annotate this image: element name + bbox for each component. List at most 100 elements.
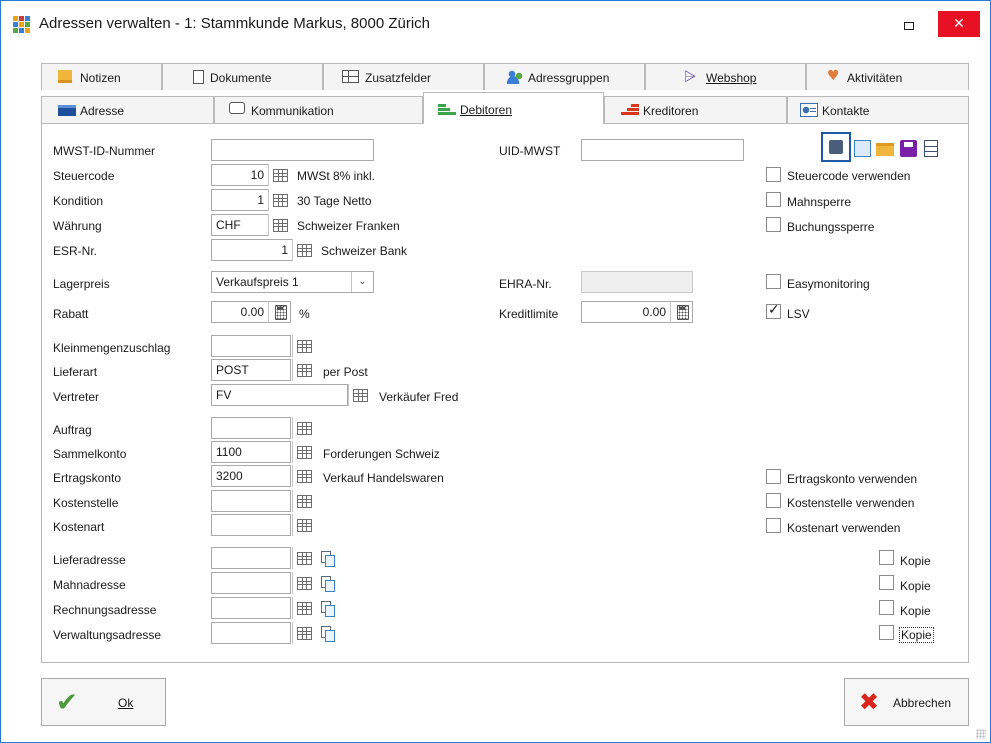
mahnadresse-kopie-checkbox[interactable]: [879, 575, 894, 590]
settings-list-glyph: [829, 140, 843, 154]
ertragskonto-input[interactable]: 3200: [211, 465, 291, 487]
label-sammelkonto: Sammelkonto: [53, 447, 127, 461]
rabatt-unit: %: [299, 307, 310, 321]
kostenart-verwenden-checkbox[interactable]: [766, 518, 781, 533]
tab-kommunikation[interactable]: Kommunikation: [214, 96, 423, 123]
cancel-x-icon: ✖: [859, 688, 880, 716]
verwaltungsadresse-copy-icon[interactable]: [319, 625, 335, 642]
settings-list-icon[interactable]: [821, 132, 851, 162]
kleinmengen-input[interactable]: [211, 335, 291, 357]
folder-glyph: [876, 143, 894, 156]
cancel-button[interactable]: ✖ Abbrechen: [844, 678, 969, 726]
lieferart-lookup-icon[interactable]: [292, 359, 314, 381]
lieferart-input[interactable]: POST: [211, 359, 291, 381]
tab-aktivitaeten[interactable]: ♥ Aktivitäten: [806, 63, 969, 90]
tab-label: Kreditoren: [643, 104, 699, 118]
kostenstelle-input[interactable]: [211, 490, 291, 512]
lieferadresse-kopie-checkbox[interactable]: [879, 550, 894, 565]
kostenstelle-lookup-icon[interactable]: [292, 490, 314, 512]
save-icon[interactable]: [899, 139, 918, 158]
steuercode-input[interactable]: 10: [211, 164, 269, 186]
close-button[interactable]: ✕: [938, 11, 980, 37]
lieferadresse-lookup-icon[interactable]: [292, 547, 314, 569]
waehrung-input[interactable]: CHF: [211, 214, 269, 236]
steuercode-lookup-icon[interactable]: [268, 164, 290, 186]
mahnsperre-checkbox[interactable]: [766, 192, 781, 207]
transfer-icon[interactable]: [853, 139, 872, 158]
mahnsperre-label: Mahnsperre: [787, 195, 852, 209]
tab-notizen[interactable]: Notizen: [41, 63, 162, 90]
steuercode-verwenden-checkbox[interactable]: [766, 167, 781, 182]
waehrung-lookup-icon[interactable]: [268, 214, 290, 236]
rabatt-calculator-icon[interactable]: [268, 301, 290, 323]
kondition-input[interactable]: 1: [211, 189, 269, 211]
kostenart-input[interactable]: [211, 514, 291, 536]
auftrag-lookup-icon[interactable]: [292, 417, 314, 439]
esr-input[interactable]: 1: [211, 239, 293, 261]
title-bar[interactable]: Adressen verwalten - 1: Stammkunde Marku…: [1, 1, 990, 45]
verwaltungsadresse-lookup-icon[interactable]: [292, 622, 314, 644]
tab-adressgruppen[interactable]: Adressgruppen: [484, 63, 645, 90]
lagerpreis-value: Verkaufspreis 1: [216, 275, 299, 289]
label-lieferadresse: Lieferadresse: [53, 553, 126, 567]
rechnungsadresse-input[interactable]: [211, 597, 291, 619]
tab-webshop[interactable]: ⩥ Webshop: [645, 63, 806, 90]
lieferadresse-input[interactable]: [211, 547, 291, 569]
kondition-lookup-icon[interactable]: [268, 189, 290, 211]
ertragskonto-verwenden-checkbox[interactable]: [766, 469, 781, 484]
maximize-button[interactable]: [891, 13, 925, 37]
table-export-icon[interactable]: [923, 139, 942, 158]
kleinmengen-lookup-icon[interactable]: [292, 335, 314, 357]
sammelkonto-input[interactable]: 1100: [211, 441, 291, 463]
lsv-checkbox[interactable]: [766, 302, 781, 319]
kostenart-lookup-icon[interactable]: [292, 514, 314, 536]
vertreter-input[interactable]: FV: [211, 384, 348, 406]
ehra-input[interactable]: [581, 271, 693, 293]
tab-label: Kontakte: [822, 104, 870, 118]
lieferadresse-copy-icon[interactable]: [319, 550, 335, 567]
kostenart-verwenden-label: Kostenart verwenden: [787, 521, 901, 535]
esr-lookup-icon[interactable]: [292, 239, 314, 261]
auftrag-input[interactable]: [211, 417, 291, 439]
mahnadresse-lookup-icon[interactable]: [292, 572, 314, 594]
vertreter-lookup-icon[interactable]: [348, 384, 370, 406]
tab-label: Webshop: [706, 71, 757, 85]
easymonitoring-checkbox[interactable]: [766, 274, 781, 289]
tab-debitoren[interactable]: Debitoren: [423, 92, 604, 124]
kostenstelle-verwenden-checkbox[interactable]: [766, 493, 781, 508]
tab-adresse[interactable]: Adresse: [41, 96, 214, 123]
mwst-id-input[interactable]: [211, 139, 374, 161]
verwaltungsadresse-kopie-checkbox[interactable]: [879, 625, 894, 640]
ok-button[interactable]: ✔ Ok: [41, 678, 166, 726]
tab-label: Adressgruppen: [528, 71, 610, 85]
verwaltungsadresse-input[interactable]: [211, 622, 291, 644]
chevron-down-icon[interactable]: ⌄: [351, 272, 373, 292]
rechnungsadresse-kopie-checkbox[interactable]: [879, 600, 894, 615]
rechnungsadresse-copy-icon[interactable]: [319, 600, 335, 617]
fields-icon: [342, 70, 359, 83]
kondition-desc: 30 Tage Netto: [297, 194, 372, 208]
label-kostenart: Kostenart: [53, 520, 105, 534]
rechnungsadresse-lookup-icon[interactable]: [292, 597, 314, 619]
kreditlimite-calculator-icon[interactable]: [670, 301, 692, 323]
tab-zusatzfelder[interactable]: Zusatzfelder: [323, 63, 484, 90]
lsv-label: LSV: [787, 307, 810, 321]
buchungssperre-checkbox[interactable]: [766, 217, 781, 232]
tab-label: Notizen: [80, 71, 121, 85]
uid-mwst-input[interactable]: [581, 139, 744, 161]
ertragskonto-lookup-icon[interactable]: [292, 465, 314, 487]
tab-dokumente[interactable]: Dokumente: [162, 63, 323, 90]
lagerpreis-select[interactable]: Verkaufspreis 1 ⌄: [211, 271, 374, 293]
resize-grip-icon[interactable]: [976, 729, 986, 739]
tab-kontakte[interactable]: Kontakte: [787, 96, 969, 123]
sammelkonto-lookup-icon[interactable]: [292, 441, 314, 463]
vertreter-desc: Verkäufer Fred: [379, 390, 459, 404]
mahnadresse-copy-icon[interactable]: [319, 575, 335, 592]
kopie-label: Kopie: [900, 554, 931, 568]
steuercode-verwenden-label: Steuercode verwenden: [787, 169, 911, 183]
mahnadresse-input[interactable]: [211, 572, 291, 594]
checkmark-icon: ✔: [56, 688, 78, 718]
folder-icon[interactable]: [875, 139, 894, 158]
tab-kreditoren[interactable]: Kreditoren: [604, 96, 787, 123]
table-export-glyph: [924, 140, 938, 157]
